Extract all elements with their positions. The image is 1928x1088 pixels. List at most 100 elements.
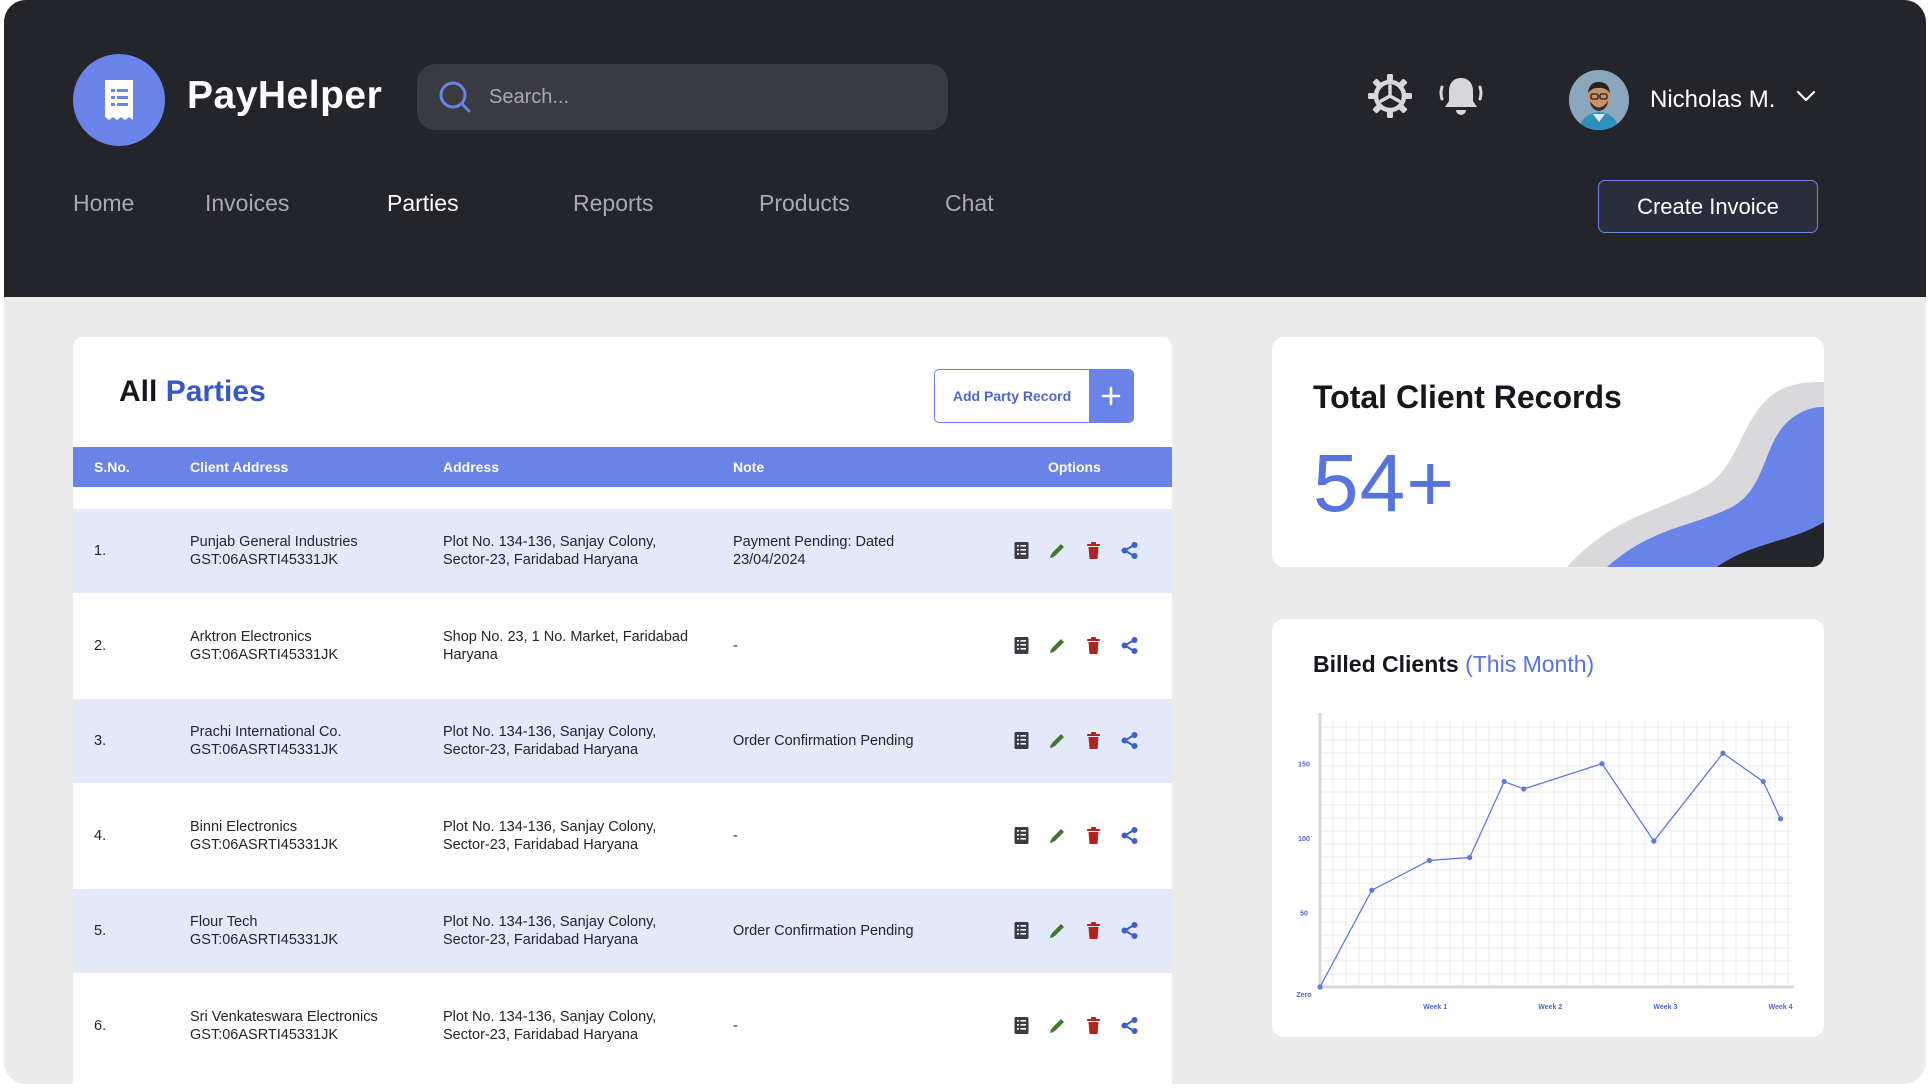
nav-home[interactable]: Home <box>73 190 134 217</box>
share-icon <box>1120 731 1139 750</box>
share-button[interactable] <box>1120 1016 1139 1035</box>
row-note-line1: Payment Pending: Dated <box>733 534 895 550</box>
row-client: Arktron Electronics GST:06ASRTI45331JK <box>190 628 338 664</box>
row-client-name: Flour Tech <box>190 914 258 930</box>
nav-products[interactable]: Products <box>759 190 850 217</box>
row-note-line2: 23/04/2024 <box>733 552 806 568</box>
table-row[interactable]: 2. Arktron Electronics GST:06ASRTI45331JK S… <box>73 604 1172 688</box>
data-point <box>1760 778 1766 785</box>
x-tick-label: Week 1 <box>1423 1004 1447 1011</box>
data-point <box>1651 838 1657 844</box>
row-address-line1: Plot No. 134-136, Sanjay Colony, <box>443 819 657 835</box>
app-frame: PayHelper Search... Nicholas M. Home Inv… <box>4 0 1926 1084</box>
row-sno: 2. <box>94 638 107 654</box>
col-options: Options <box>1048 459 1101 475</box>
view-invoice-button[interactable] <box>1012 731 1031 750</box>
delete-button[interactable] <box>1084 921 1103 940</box>
share-button[interactable] <box>1120 636 1139 655</box>
data-point <box>1521 786 1527 792</box>
delete-button[interactable] <box>1084 1016 1103 1035</box>
table-row[interactable]: 4. Binni Electronics GST:06ASRTI45331JK Plo… <box>73 794 1172 878</box>
row-options <box>1012 636 1139 655</box>
row-address: Plot No. 134-136, Sanjay Colony, Sector-2… <box>443 533 656 569</box>
nav-parties[interactable]: Parties <box>387 190 459 217</box>
row-options <box>1012 541 1139 560</box>
row-address: Plot No. 134-136, Sanjay Colony, Sector-2… <box>443 913 656 949</box>
share-button[interactable] <box>1120 541 1139 560</box>
row-address-line1: Plot No. 134-136, Sanjay Colony, <box>443 914 657 930</box>
nav-invoices[interactable]: Invoices <box>205 190 289 217</box>
share-button[interactable] <box>1120 826 1139 845</box>
add-party-record-button[interactable]: Add Party Record <box>934 369 1134 423</box>
share-button[interactable] <box>1120 921 1139 940</box>
col-client: Client Address <box>190 459 289 475</box>
view-invoice-button[interactable] <box>1012 541 1031 560</box>
records-value: 54+ <box>1313 438 1456 529</box>
table-row[interactable]: 5. Flour Tech GST:06ASRTI45331JK Plot No. 1… <box>73 889 1172 973</box>
chevron-down-icon <box>1796 90 1816 102</box>
delete-button[interactable] <box>1084 731 1103 750</box>
data-point <box>1777 816 1784 822</box>
nav-chat[interactable]: Chat <box>945 190 994 217</box>
add-party-plus[interactable] <box>1089 370 1133 422</box>
y-tick-label: 100 <box>1298 836 1310 843</box>
view-invoice-button[interactable] <box>1012 1016 1031 1035</box>
view-invoice-button[interactable] <box>1012 826 1031 845</box>
edit-button[interactable] <box>1048 731 1067 750</box>
edit-button[interactable] <box>1048 1016 1067 1035</box>
edit-button[interactable] <box>1048 636 1067 655</box>
row-client-name: Binni Electronics <box>190 819 298 835</box>
view-invoice-button[interactable] <box>1012 636 1031 655</box>
data-point <box>1467 854 1473 861</box>
view-invoice-button[interactable] <box>1012 921 1031 940</box>
table-row[interactable]: 1. Punjab General Industries GST:06ASRTI45… <box>73 509 1172 593</box>
row-address-line2: Sector-23, Faridabad Haryana <box>443 742 639 758</box>
row-note: - <box>733 827 738 845</box>
settings-button[interactable] <box>1366 72 1414 120</box>
row-client: Sri Venkateswara Electronics GST:06ASRTI4… <box>190 1008 378 1044</box>
top-bar: PayHelper Search... Nicholas M. Home Inv… <box>4 0 1926 297</box>
row-note: Order Confirmation Pending <box>733 732 914 750</box>
bell-icon <box>1439 78 1483 115</box>
share-icon <box>1120 826 1139 845</box>
search-bar[interactable] <box>417 64 948 130</box>
row-client: Flour Tech GST:06ASRTI45331JK <box>190 913 338 949</box>
user-name[interactable]: Nicholas M. <box>1650 86 1775 114</box>
row-options <box>1012 826 1139 845</box>
row-note-line1: - <box>733 828 738 844</box>
row-sno: 5. <box>94 923 107 939</box>
delete-button[interactable] <box>1084 826 1103 845</box>
row-client-gst: GST:06ASRTI45331JK <box>190 1027 339 1043</box>
row-sno: 1. <box>94 543 107 559</box>
app-logo[interactable] <box>73 54 165 146</box>
document-icon <box>1012 541 1031 560</box>
app-name: PayHelper <box>187 74 383 117</box>
row-note-line1: Order Confirmation Pending <box>733 923 914 939</box>
document-icon <box>1012 1016 1031 1035</box>
data-point <box>1317 984 1323 990</box>
edit-button[interactable] <box>1048 541 1067 560</box>
create-invoice-button[interactable]: Create Invoice <box>1598 180 1818 233</box>
row-client-gst: GST:06ASRTI45331JK <box>190 837 339 853</box>
table-row[interactable]: 6. Sri Venkateswara Electronics GST:06ASRT… <box>73 984 1172 1068</box>
data-point <box>1426 857 1432 864</box>
row-client-name: Punjab General Industries <box>190 534 358 550</box>
notifications-button[interactable] <box>1436 72 1486 122</box>
search-input[interactable] <box>489 85 909 109</box>
share-icon <box>1120 636 1139 655</box>
row-client: Prachi International Co. GST:06ASRTI45331… <box>190 723 342 759</box>
edit-button[interactable] <box>1048 826 1067 845</box>
x-tick-label: Week 3 <box>1653 1004 1677 1011</box>
pencil-icon <box>1048 541 1067 560</box>
delete-button[interactable] <box>1084 636 1103 655</box>
share-button[interactable] <box>1120 731 1139 750</box>
avatar[interactable] <box>1569 70 1629 130</box>
parties-panel: All Parties Add Party Record S.No. Clien… <box>73 337 1172 1084</box>
row-client-name: Prachi International Co. <box>190 724 342 740</box>
table-row[interactable]: 3. Prachi International Co. GST:06ASRTI453… <box>73 699 1172 783</box>
nav-reports[interactable]: Reports <box>573 190 654 217</box>
data-point <box>1369 887 1375 893</box>
edit-button[interactable] <box>1048 921 1067 940</box>
delete-button[interactable] <box>1084 541 1103 560</box>
user-menu-toggle[interactable] <box>1795 88 1817 109</box>
